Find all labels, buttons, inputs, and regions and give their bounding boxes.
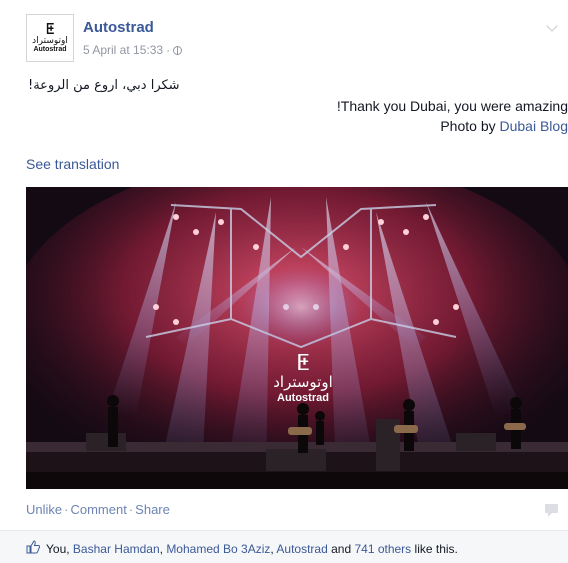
others-link[interactable]: 741 others [354, 542, 411, 556]
post-line-english: !Thank you Dubai, you were amazing [336, 98, 568, 114]
post-line-arabic: شكرا دبي، اروع من الروعة! [28, 78, 180, 93]
comment-link[interactable]: Comment [70, 502, 126, 517]
action-separator: · [64, 502, 69, 517]
post-text: شكرا دبي، اروع من الروعة! !Thank you Dub… [28, 76, 568, 136]
likes-bar: You, Bashar Hamdan, Mohamed Bo 3Aziz, Au… [0, 530, 568, 563]
chevron-down-icon[interactable] [546, 20, 558, 32]
unlike-link[interactable]: Unlike [26, 502, 62, 517]
likes-suffix: like this. [411, 542, 458, 556]
share-link[interactable]: Share [135, 502, 170, 517]
avatar-latin-text: Autostrad [33, 46, 67, 53]
photo-credit: Photo by Dubai Blog [28, 116, 568, 136]
post-meta: 5 April at 15:33 · [83, 43, 183, 57]
autostrad-logo-icon: ⵟ [45, 20, 55, 38]
avatar[interactable]: ⵟ اوتوستراد Autostrad [26, 14, 74, 62]
thumbs-up-icon [26, 540, 40, 554]
post-actions: Unlike · Comment · Share [26, 502, 170, 517]
concert-stage-image: ⵟ اوتوستراد Autostrad [26, 187, 568, 489]
liker-link[interactable]: Autostrad [276, 542, 327, 556]
action-separator: · [128, 502, 134, 517]
liker-link[interactable]: Mohamed Bo 3Aziz [166, 542, 270, 556]
avatar-arabic-text: اوتوستراد [32, 36, 68, 46]
post-header: ⵟ اوتوستراد Autostrad Autostrad 5 April … [26, 14, 558, 66]
see-translation-link[interactable]: See translation [26, 156, 119, 172]
photo-credit-link[interactable]: Dubai Blog [500, 118, 568, 134]
comment-bubble-icon [545, 504, 558, 517]
likes-and: and [327, 542, 355, 556]
timestamp-link[interactable]: 5 April at 15:33 [83, 43, 163, 57]
post-photo[interactable]: ⵟ اوتوستراد Autostrad [26, 187, 568, 489]
photo-credit-prefix: Photo by [440, 118, 500, 134]
liker-link[interactable]: Bashar Hamdan [73, 542, 160, 556]
stage-logo-latin: Autostrad [277, 392, 329, 404]
page-name-link[interactable]: Autostrad [83, 19, 154, 36]
likes-you: You, [46, 542, 73, 556]
globe-icon[interactable] [173, 45, 183, 55]
meta-separator: · [166, 43, 171, 57]
likes-summary: You, Bashar Hamdan, Mohamed Bo 3Aziz, Au… [46, 542, 458, 556]
stage-logo-arabic: اوتوستراد [273, 373, 333, 391]
